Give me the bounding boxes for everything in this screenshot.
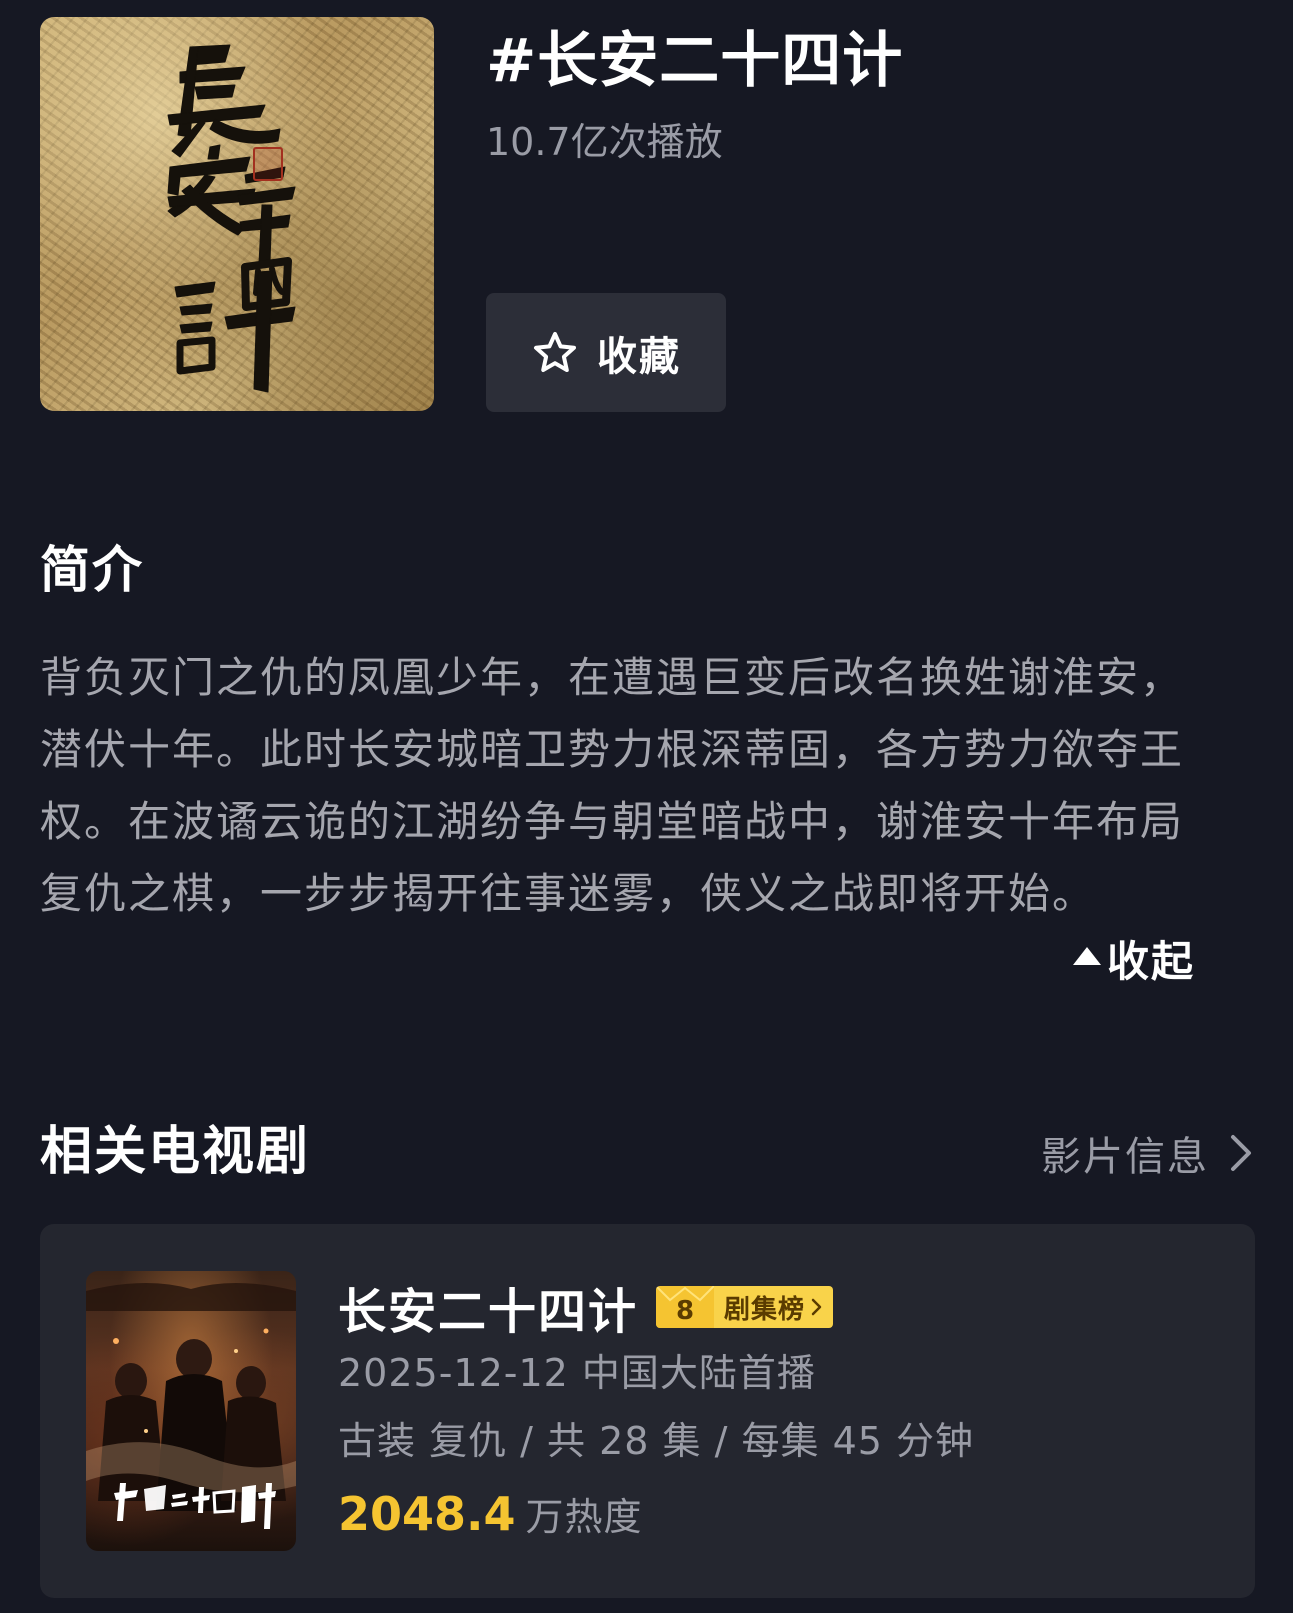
rank-label-badge: 剧集榜: [714, 1286, 834, 1328]
topic-cover-image: [40, 17, 434, 411]
related-dramas-heading: 相关电视剧: [40, 1122, 311, 1182]
intro-line: 权。在波谲云诡的江湖纷争与朝堂暗战中，谢淮安十年布局: [40, 797, 1185, 846]
collapse-label: 收起: [1107, 936, 1196, 986]
intro-heading: 简介: [40, 541, 144, 599]
topic-title: #长安二十四计: [486, 26, 904, 96]
drama-title-row: 长安二十四计 8 剧集榜: [338, 1272, 834, 1342]
drama-ranking-badge[interactable]: 8 剧集榜: [656, 1286, 834, 1328]
favorite-button[interactable]: 收藏: [486, 293, 726, 412]
drama-poster: [86, 1271, 296, 1551]
caret-up-icon: [1073, 947, 1101, 965]
chevron-right-icon: [1231, 1135, 1251, 1171]
chevron-right-small-icon: [811, 1298, 822, 1316]
play-count: 10.7亿次播放: [486, 120, 723, 164]
favorite-label: 收藏: [597, 333, 681, 380]
drama-heat: 2048.4 万热度: [338, 1486, 643, 1541]
intro-text: 背负灭门之仇的凤凰少年，在遭遇巨变后改名换姓谢淮安， 潜伏十年。此时长安城暗卫势…: [40, 642, 1240, 930]
drama-premiere: 2025-12-12 中国大陆首播: [338, 1351, 816, 1395]
drama-title: 长安二十四计: [338, 1284, 639, 1340]
intro-line: 潜伏十年。此时长安城暗卫势力根深蒂固，各方势力欲夺王: [40, 725, 1185, 774]
heat-unit: 万热度: [525, 1495, 643, 1539]
rank-number: 8: [675, 1296, 695, 1326]
collapse-button[interactable]: 收起: [1073, 930, 1195, 986]
star-icon: [534, 331, 576, 372]
seal-stamp: [253, 147, 283, 181]
film-info-label: 影片信息: [1041, 1134, 1209, 1180]
intro-line: 复仇之棋，一步步揭开往事迷雾，侠义之战即将开始。: [40, 869, 1097, 918]
heat-value: 2048.4: [338, 1487, 516, 1541]
film-info-link[interactable]: 影片信息: [1041, 1124, 1253, 1182]
drama-meta: 古装 复仇 / 共 28 集 / 每集 45 分钟: [338, 1419, 975, 1463]
poster-artwork: [86, 1282, 296, 1529]
intro-line: 背负灭门之仇的凤凰少年，在遭遇巨变后改名换姓谢淮安，: [40, 653, 1185, 702]
rank-label: 剧集榜: [724, 1294, 806, 1325]
calligraphy-artwork: [167, 44, 296, 393]
rank-number-badge: 8: [656, 1286, 715, 1328]
related-drama-card[interactable]: 长安二十四计 8 剧集榜 2025-12-12 中国大陆首播 古装 复仇 / 共…: [40, 1224, 1255, 1598]
